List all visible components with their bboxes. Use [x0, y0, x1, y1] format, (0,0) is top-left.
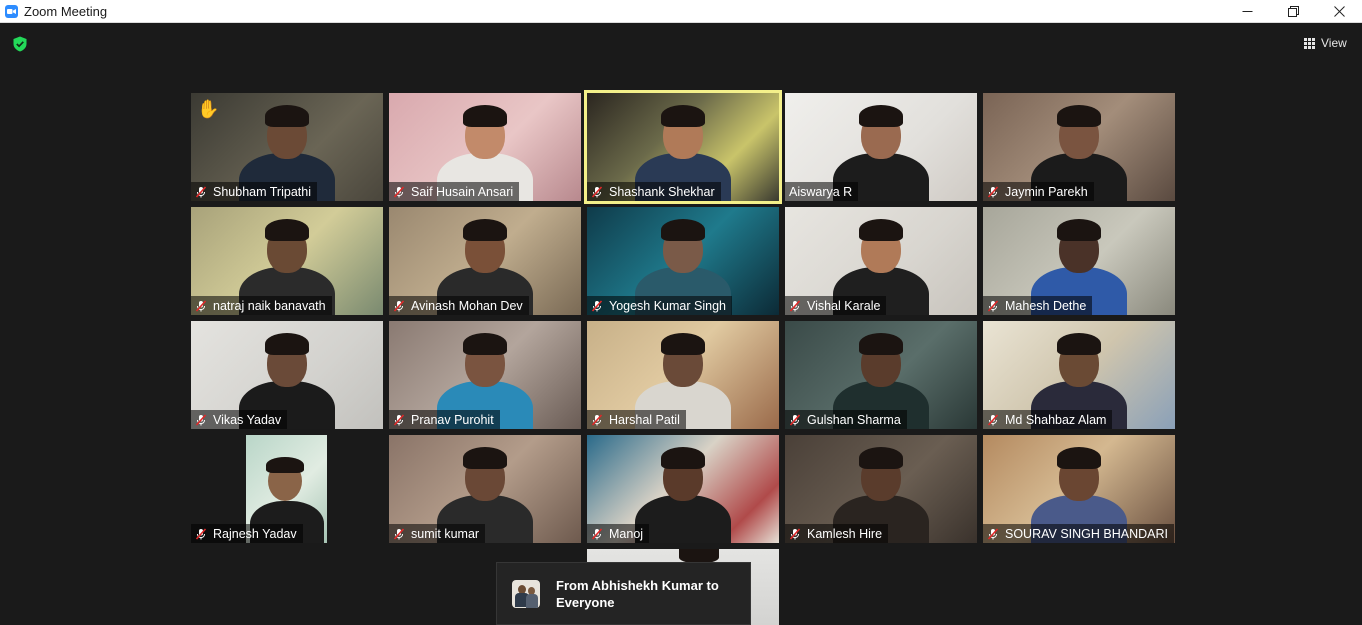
- chat-notification[interactable]: From Abhishekh Kumar to Everyone: [496, 562, 751, 625]
- close-button[interactable]: [1316, 0, 1362, 23]
- participant-name-bar: Saif Husain Ansari: [389, 182, 520, 201]
- participant-name-bar: Jaymin Parekh: [983, 182, 1094, 201]
- participant-tile[interactable]: Md Shahbaz Alam: [983, 321, 1175, 429]
- participant-tile[interactable]: Pranav Purohit: [389, 321, 581, 429]
- participant-name: Saif Husain Ansari: [411, 184, 514, 199]
- zoom-app-icon: [5, 4, 18, 18]
- restore-button[interactable]: [1270, 0, 1316, 23]
- participant-tile[interactable]: sumit kumar: [389, 435, 581, 543]
- participant-tile[interactable]: Vikas Yadav: [191, 321, 383, 429]
- title-bar: Zoom Meeting: [0, 0, 1362, 23]
- muted-mic-icon: [591, 299, 603, 312]
- participant-name: natraj naik banavath: [213, 298, 326, 313]
- participant-name: Aiswarya R: [789, 184, 853, 199]
- participant-name: Kamlesh Hire: [807, 526, 883, 541]
- participant-name-bar: Shubham Tripathi: [191, 182, 317, 201]
- participant-name: Manoj: [609, 526, 644, 541]
- participant-tile[interactable]: SOURAV SINGH BHANDARI: [983, 435, 1175, 543]
- muted-mic-icon: [789, 413, 801, 426]
- view-button-label: View: [1321, 36, 1347, 50]
- muted-mic-icon: [591, 413, 603, 426]
- view-button[interactable]: View: [1304, 33, 1347, 53]
- muted-mic-icon: [789, 299, 801, 312]
- participant-name: Shubham Tripathi: [213, 184, 311, 199]
- participant-tile[interactable]: Vishal Karale: [785, 207, 977, 315]
- participant-name: Md Shahbaz Alam: [1005, 412, 1107, 427]
- participant-name-bar: Harshal Patil: [587, 410, 686, 429]
- participant-video: [679, 549, 719, 563]
- participant-tile[interactable]: Jaymin Parekh: [983, 93, 1175, 201]
- participant-name: Vikas Yadav: [213, 412, 282, 427]
- window-title: Zoom Meeting: [24, 3, 108, 19]
- muted-mic-icon: [591, 185, 603, 198]
- muted-mic-icon: [591, 527, 603, 540]
- muted-mic-icon: [789, 527, 801, 540]
- muted-mic-icon: [987, 413, 999, 426]
- participant-name: Yogesh Kumar Singh: [609, 298, 726, 313]
- participant-name: Shashank Shekhar: [609, 184, 715, 199]
- participant-name-bar: Vikas Yadav: [191, 410, 288, 429]
- participant-tile[interactable]: Gulshan Sharma: [785, 321, 977, 429]
- muted-mic-icon: [987, 299, 999, 312]
- participant-name-bar: Avinash Mohan Dev: [389, 296, 529, 315]
- participant-name-bar: SOURAV SINGH BHANDARI: [983, 524, 1174, 543]
- participant-tile[interactable]: Avinash Mohan Dev: [389, 207, 581, 315]
- participant-name: Vishal Karale: [807, 298, 881, 313]
- muted-mic-icon: [195, 299, 207, 312]
- raised-hand-icon: ✋: [197, 99, 220, 119]
- muted-mic-icon: [393, 185, 405, 198]
- minimize-button[interactable]: [1224, 0, 1270, 23]
- participant-tile[interactable]: Yogesh Kumar Singh: [587, 207, 779, 315]
- muted-mic-icon: [393, 413, 405, 426]
- participant-name: Pranav Purohit: [411, 412, 494, 427]
- participant-name-bar: Kamlesh Hire: [785, 524, 889, 543]
- grid-view-icon: [1304, 37, 1315, 49]
- participant-tile[interactable]: Kamlesh Hire: [785, 435, 977, 543]
- chat-notification-text: From Abhishekh Kumar to Everyone: [556, 577, 719, 610]
- participant-tile[interactable]: Aiswarya R: [785, 93, 977, 201]
- muted-mic-icon: [195, 185, 207, 198]
- participant-name-bar: Gulshan Sharma: [785, 410, 907, 429]
- participant-tile[interactable]: Manoj: [587, 435, 779, 543]
- muted-mic-icon: [987, 527, 999, 540]
- minimize-icon: [1242, 10, 1252, 12]
- participant-name: SOURAV SINGH BHANDARI: [1005, 526, 1168, 541]
- participant-name-bar: Rajnesh Yadav: [191, 524, 303, 543]
- participant-tile[interactable]: Mahesh Dethe: [983, 207, 1175, 315]
- participant-tile[interactable]: Harshal Patil: [587, 321, 779, 429]
- participant-name-bar: Aiswarya R: [785, 182, 859, 201]
- participant-tile[interactable]: natraj naik banavath: [191, 207, 383, 315]
- participant-name-bar: Md Shahbaz Alam: [983, 410, 1113, 429]
- muted-mic-icon: [393, 299, 405, 312]
- participant-name-bar: Yogesh Kumar Singh: [587, 296, 732, 315]
- participant-name: Rajnesh Yadav: [213, 526, 297, 541]
- participant-tile[interactable]: ✋ Shubham Tripathi: [191, 93, 383, 201]
- participant-name: Avinash Mohan Dev: [411, 298, 523, 313]
- participant-name: Mahesh Dethe: [1005, 298, 1087, 313]
- security-shield-icon[interactable]: [12, 36, 28, 52]
- participant-name-bar: Manoj: [587, 524, 650, 543]
- restore-icon: [1287, 5, 1299, 17]
- participant-name-bar: Shashank Shekhar: [587, 182, 721, 201]
- participant-name-bar: sumit kumar: [389, 524, 486, 543]
- participant-name: Harshal Patil: [609, 412, 680, 427]
- sender-avatar: [512, 579, 540, 608]
- muted-mic-icon: [195, 413, 207, 426]
- participant-name: Jaymin Parekh: [1005, 184, 1088, 199]
- muted-mic-icon: [393, 527, 405, 540]
- muted-mic-icon: [987, 185, 999, 198]
- participant-name-bar: natraj naik banavath: [191, 296, 332, 315]
- gallery-grid: ✋ Shubham Tripathi Saif Husain Ansari Shash…: [191, 90, 1175, 543]
- participant-name-bar: Mahesh Dethe: [983, 296, 1093, 315]
- muted-mic-icon: [195, 527, 207, 540]
- participant-name-bar: Pranav Purohit: [389, 410, 500, 429]
- participant-name-bar: Vishal Karale: [785, 296, 887, 315]
- participant-tile[interactable]: Shashank Shekhar: [584, 90, 782, 204]
- participant-tile[interactable]: Rajnesh Yadav: [191, 435, 383, 543]
- participant-name: Gulshan Sharma: [807, 412, 901, 427]
- participant-name: sumit kumar: [411, 526, 480, 541]
- close-icon: [1333, 5, 1345, 17]
- participant-tile[interactable]: Saif Husain Ansari: [389, 93, 581, 201]
